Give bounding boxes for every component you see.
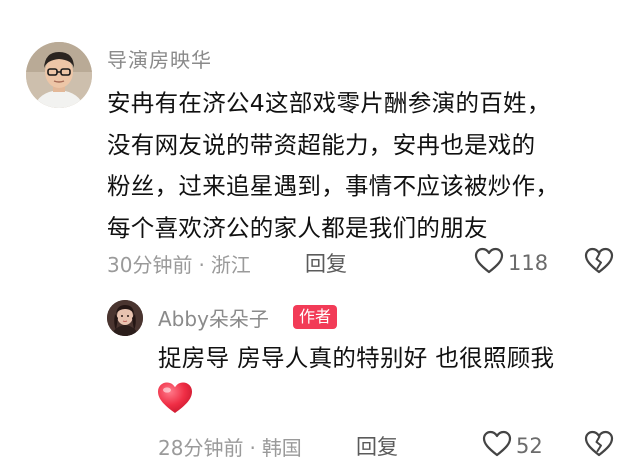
comment-username[interactable]: 导演房映华 — [107, 44, 212, 73]
reply-username[interactable]: Abby朵朵子 — [158, 303, 269, 332]
meta-separator: · — [249, 436, 256, 460]
comment-text: 安冉有在济公4这部戏零片酬参演的百姓， 没有网友说的带资超能力，安冉也是戏的 粉… — [107, 83, 622, 249]
comment-time: 30分钟前 — [107, 253, 193, 277]
broken-heart-icon — [584, 247, 614, 279]
reply-button[interactable]: 回复 — [305, 248, 347, 278]
reply-time: 28分钟前 — [158, 436, 244, 460]
heart-outline-icon — [482, 430, 512, 462]
comment-meta: 30分钟前 · 浙江 — [107, 249, 251, 278]
comment-line: 没有网友说的带资超能力，安冉也是戏的 — [107, 130, 536, 159]
like-count: 118 — [508, 251, 549, 275]
reply-avatar[interactable] — [107, 300, 143, 336]
reply-text: 捉房导 房导人真的特别好 也很照顾我 — [158, 344, 555, 372]
dislike-button[interactable] — [584, 247, 614, 279]
author-badge: 作者 — [293, 305, 338, 329]
comment-location: 浙江 — [210, 253, 251, 277]
broken-heart-icon — [584, 430, 614, 462]
comment-line: 粉丝，过来追星遇到，事情不应该被炒作， — [107, 172, 560, 200]
like-button[interactable]: 118 — [474, 247, 548, 279]
like-count: 52 — [516, 434, 543, 458]
comment-line: 安冉有在济公4这部戏零片酬参演的百姓， — [107, 89, 551, 117]
like-button[interactable]: 52 — [482, 430, 543, 462]
reply-meta: 28分钟前 · 韩国 — [158, 432, 302, 461]
red-heart-emoji — [156, 380, 194, 420]
reply-location: 韩国 — [261, 436, 302, 460]
director-avatar[interactable] — [26, 42, 92, 108]
comment-line: 每个喜欢济公的家人都是我们的朋友 — [107, 213, 488, 242]
reply-button[interactable]: 回复 — [356, 431, 398, 461]
meta-separator: · — [198, 253, 205, 277]
dislike-button[interactable] — [584, 430, 614, 462]
heart-outline-icon — [474, 247, 504, 279]
